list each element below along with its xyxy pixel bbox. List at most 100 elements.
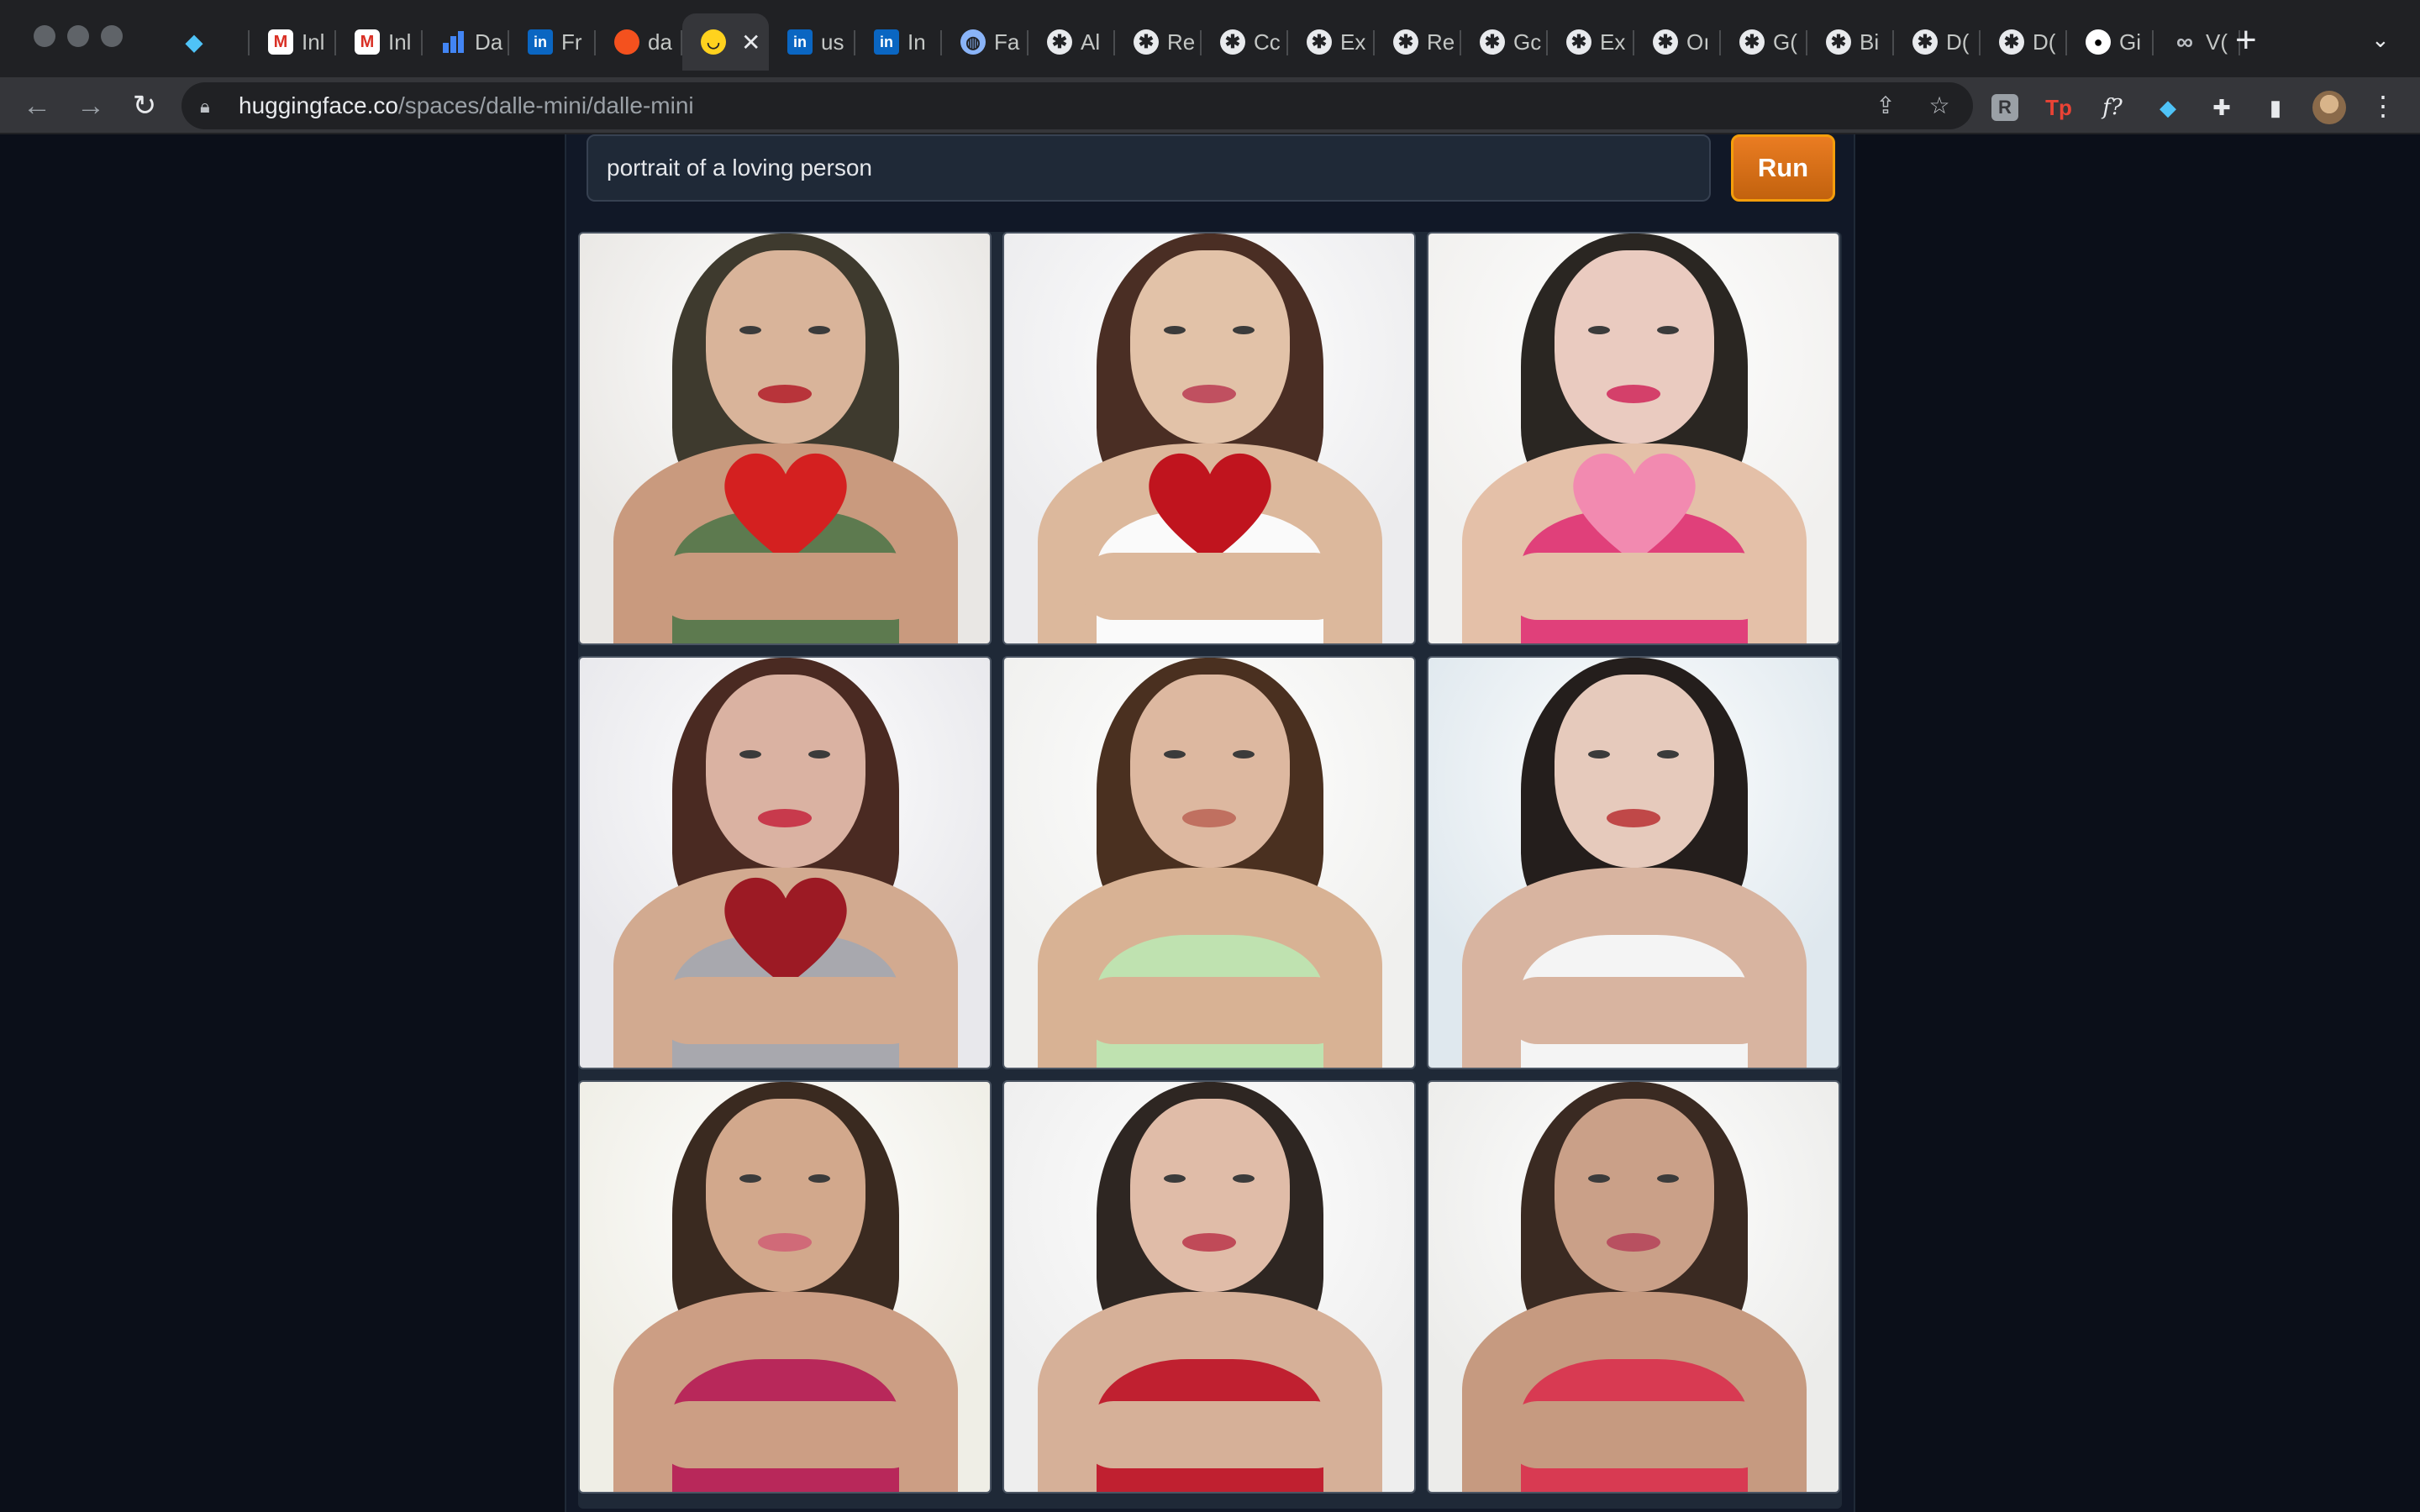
gear-icon: ✱ <box>1393 29 1418 55</box>
browser-tab[interactable]: ✱ Bi <box>1807 13 1894 71</box>
maximize-window-button[interactable] <box>101 25 123 47</box>
tab-title: Da <box>475 29 503 55</box>
face-shape <box>706 675 865 868</box>
new-tab-button[interactable]: + <box>2235 22 2257 59</box>
browser-tab[interactable]: ✱ Re <box>1115 13 1202 71</box>
browser-tab[interactable]: ✱ Ex <box>1288 13 1375 71</box>
eye-shape <box>1233 1174 1255 1183</box>
browser-tab[interactable]: ∞ V( <box>2154 13 2240 71</box>
image-gallery <box>578 232 1842 1509</box>
more-menu-icon[interactable]: ⋮ <box>2370 87 2396 124</box>
prompt-input[interactable]: portrait of a loving person <box>587 134 1711 202</box>
browser-tab[interactable]: M Inl <box>250 13 336 71</box>
browser-tab[interactable]: ✱ D( <box>1981 13 2067 71</box>
minimize-window-button[interactable] <box>67 25 89 47</box>
tab-title: Fr <box>561 29 582 55</box>
arms-shape <box>1080 977 1349 1044</box>
tab-title: Re <box>1427 29 1455 55</box>
browser-tab[interactable]: ✱ Oı <box>1634 13 1721 71</box>
share-icon[interactable]: ⇪ <box>1870 91 1901 121</box>
extension-r-icon[interactable]: R <box>1991 94 2018 121</box>
generated-image[interactable] <box>578 232 992 645</box>
tab-title: Re <box>1167 29 1196 55</box>
profile-avatar[interactable] <box>2312 91 2346 124</box>
browser-tab[interactable]: ◆ <box>163 13 250 71</box>
face-shape <box>1555 1099 1714 1292</box>
face-shape <box>706 250 865 444</box>
page-content: portrait of a loving person Run <box>0 134 2420 1512</box>
github-icon: ● <box>2086 29 2111 55</box>
tab-title: G( <box>1773 29 1797 55</box>
eye-shape <box>1588 750 1610 759</box>
extensions-puzzle-icon[interactable]: ✚ <box>2207 92 2237 123</box>
tab-title: Ex <box>1600 29 1626 55</box>
tab-search-chevron-icon[interactable]: ⌄ <box>2371 27 2390 53</box>
arms-shape <box>1504 977 1773 1044</box>
heart-icon <box>724 453 847 563</box>
extension-gem-icon[interactable]: ◆ <box>2153 92 2183 123</box>
tab-title: Oı <box>1686 29 1710 55</box>
browser-tab[interactable]: ✱ Cc <box>1202 13 1288 71</box>
url-text[interactable]: huggingface.co/spaces/dalle-mini/dalle-m… <box>239 92 694 119</box>
gmail-icon: M <box>268 29 293 55</box>
generated-image[interactable] <box>1427 232 1840 645</box>
lips-shape <box>1182 385 1236 403</box>
eye-shape <box>1164 750 1186 759</box>
globe-icon: ◍ <box>960 29 986 55</box>
lips-shape <box>758 1233 812 1252</box>
heart-icon <box>724 877 847 987</box>
face-shape <box>1130 250 1290 444</box>
bookmark-star-icon[interactable]: ☆ <box>1924 91 1954 121</box>
generated-image[interactable] <box>578 1080 992 1494</box>
browser-tab[interactable]: M Inl <box>336 13 423 71</box>
heart-icon <box>1573 453 1696 563</box>
tab-close-icon[interactable]: ✕ <box>741 29 760 56</box>
generated-image[interactable] <box>578 656 992 1069</box>
eye-shape <box>808 1174 830 1183</box>
forward-arrow-icon[interactable]: → <box>72 87 109 124</box>
duckduckgo-icon <box>614 29 639 55</box>
face-shape <box>1130 675 1290 868</box>
browser-tab[interactable]: ✱ Re <box>1375 13 1461 71</box>
browser-tab[interactable]: ✱ G( <box>1721 13 1807 71</box>
generated-image[interactable] <box>1002 1080 1416 1494</box>
analytics-icon <box>441 29 466 55</box>
browser-tab[interactable]: in us <box>769 13 855 71</box>
eye-shape <box>808 750 830 759</box>
tab-active[interactable]: ◡ ✕ <box>682 13 769 71</box>
generated-image[interactable] <box>1002 656 1416 1069</box>
eye-shape <box>808 326 830 334</box>
close-window-button[interactable] <box>34 25 55 47</box>
tab-title: D( <box>1946 29 1970 55</box>
browser-tab[interactable]: ✱ Gc <box>1461 13 1548 71</box>
eye-shape <box>1164 326 1186 334</box>
extension-tp-icon[interactable]: Tp <box>2044 92 2074 123</box>
eye-shape <box>1657 750 1679 759</box>
lock-icon[interactable]: 🔒︎ <box>200 94 225 119</box>
side-panel-icon[interactable]: ▮ <box>2260 92 2291 123</box>
extension-formula-icon[interactable]: f? <box>2097 92 2128 123</box>
browser-tab[interactable]: ● Gi <box>2067 13 2154 71</box>
infinity-icon: ∞ <box>2176 29 2193 55</box>
browser-tab[interactable]: in In <box>855 13 942 71</box>
arms-shape <box>1504 1401 1773 1468</box>
browser-tab[interactable]: da <box>596 13 682 71</box>
browser-tab[interactable]: ✱ D( <box>1894 13 1981 71</box>
browser-tab[interactable]: ◍ Fa <box>942 13 1028 71</box>
tab-title: Fa <box>994 29 1020 55</box>
address-bar[interactable]: 🔒︎ huggingface.co/spaces/dalle-mini/dall… <box>182 82 1973 129</box>
generated-image[interactable] <box>1427 1080 1840 1494</box>
browser-tab[interactable]: Da <box>423 13 509 71</box>
tab-title: Gi <box>2119 29 2141 55</box>
browser-tab[interactable]: in Fr <box>509 13 596 71</box>
run-button[interactable]: Run <box>1731 134 1835 202</box>
reload-icon[interactable]: ↻ <box>126 87 163 124</box>
generated-image[interactable] <box>1427 656 1840 1069</box>
eye-shape <box>739 326 761 334</box>
arms-shape <box>655 1401 924 1468</box>
tab-title: Ex <box>1340 29 1366 55</box>
browser-tab[interactable]: ✱ Al <box>1028 13 1115 71</box>
generated-image[interactable] <box>1002 232 1416 645</box>
back-arrow-icon[interactable]: ← <box>18 87 55 124</box>
browser-tab[interactable]: ✱ Ex <box>1548 13 1634 71</box>
